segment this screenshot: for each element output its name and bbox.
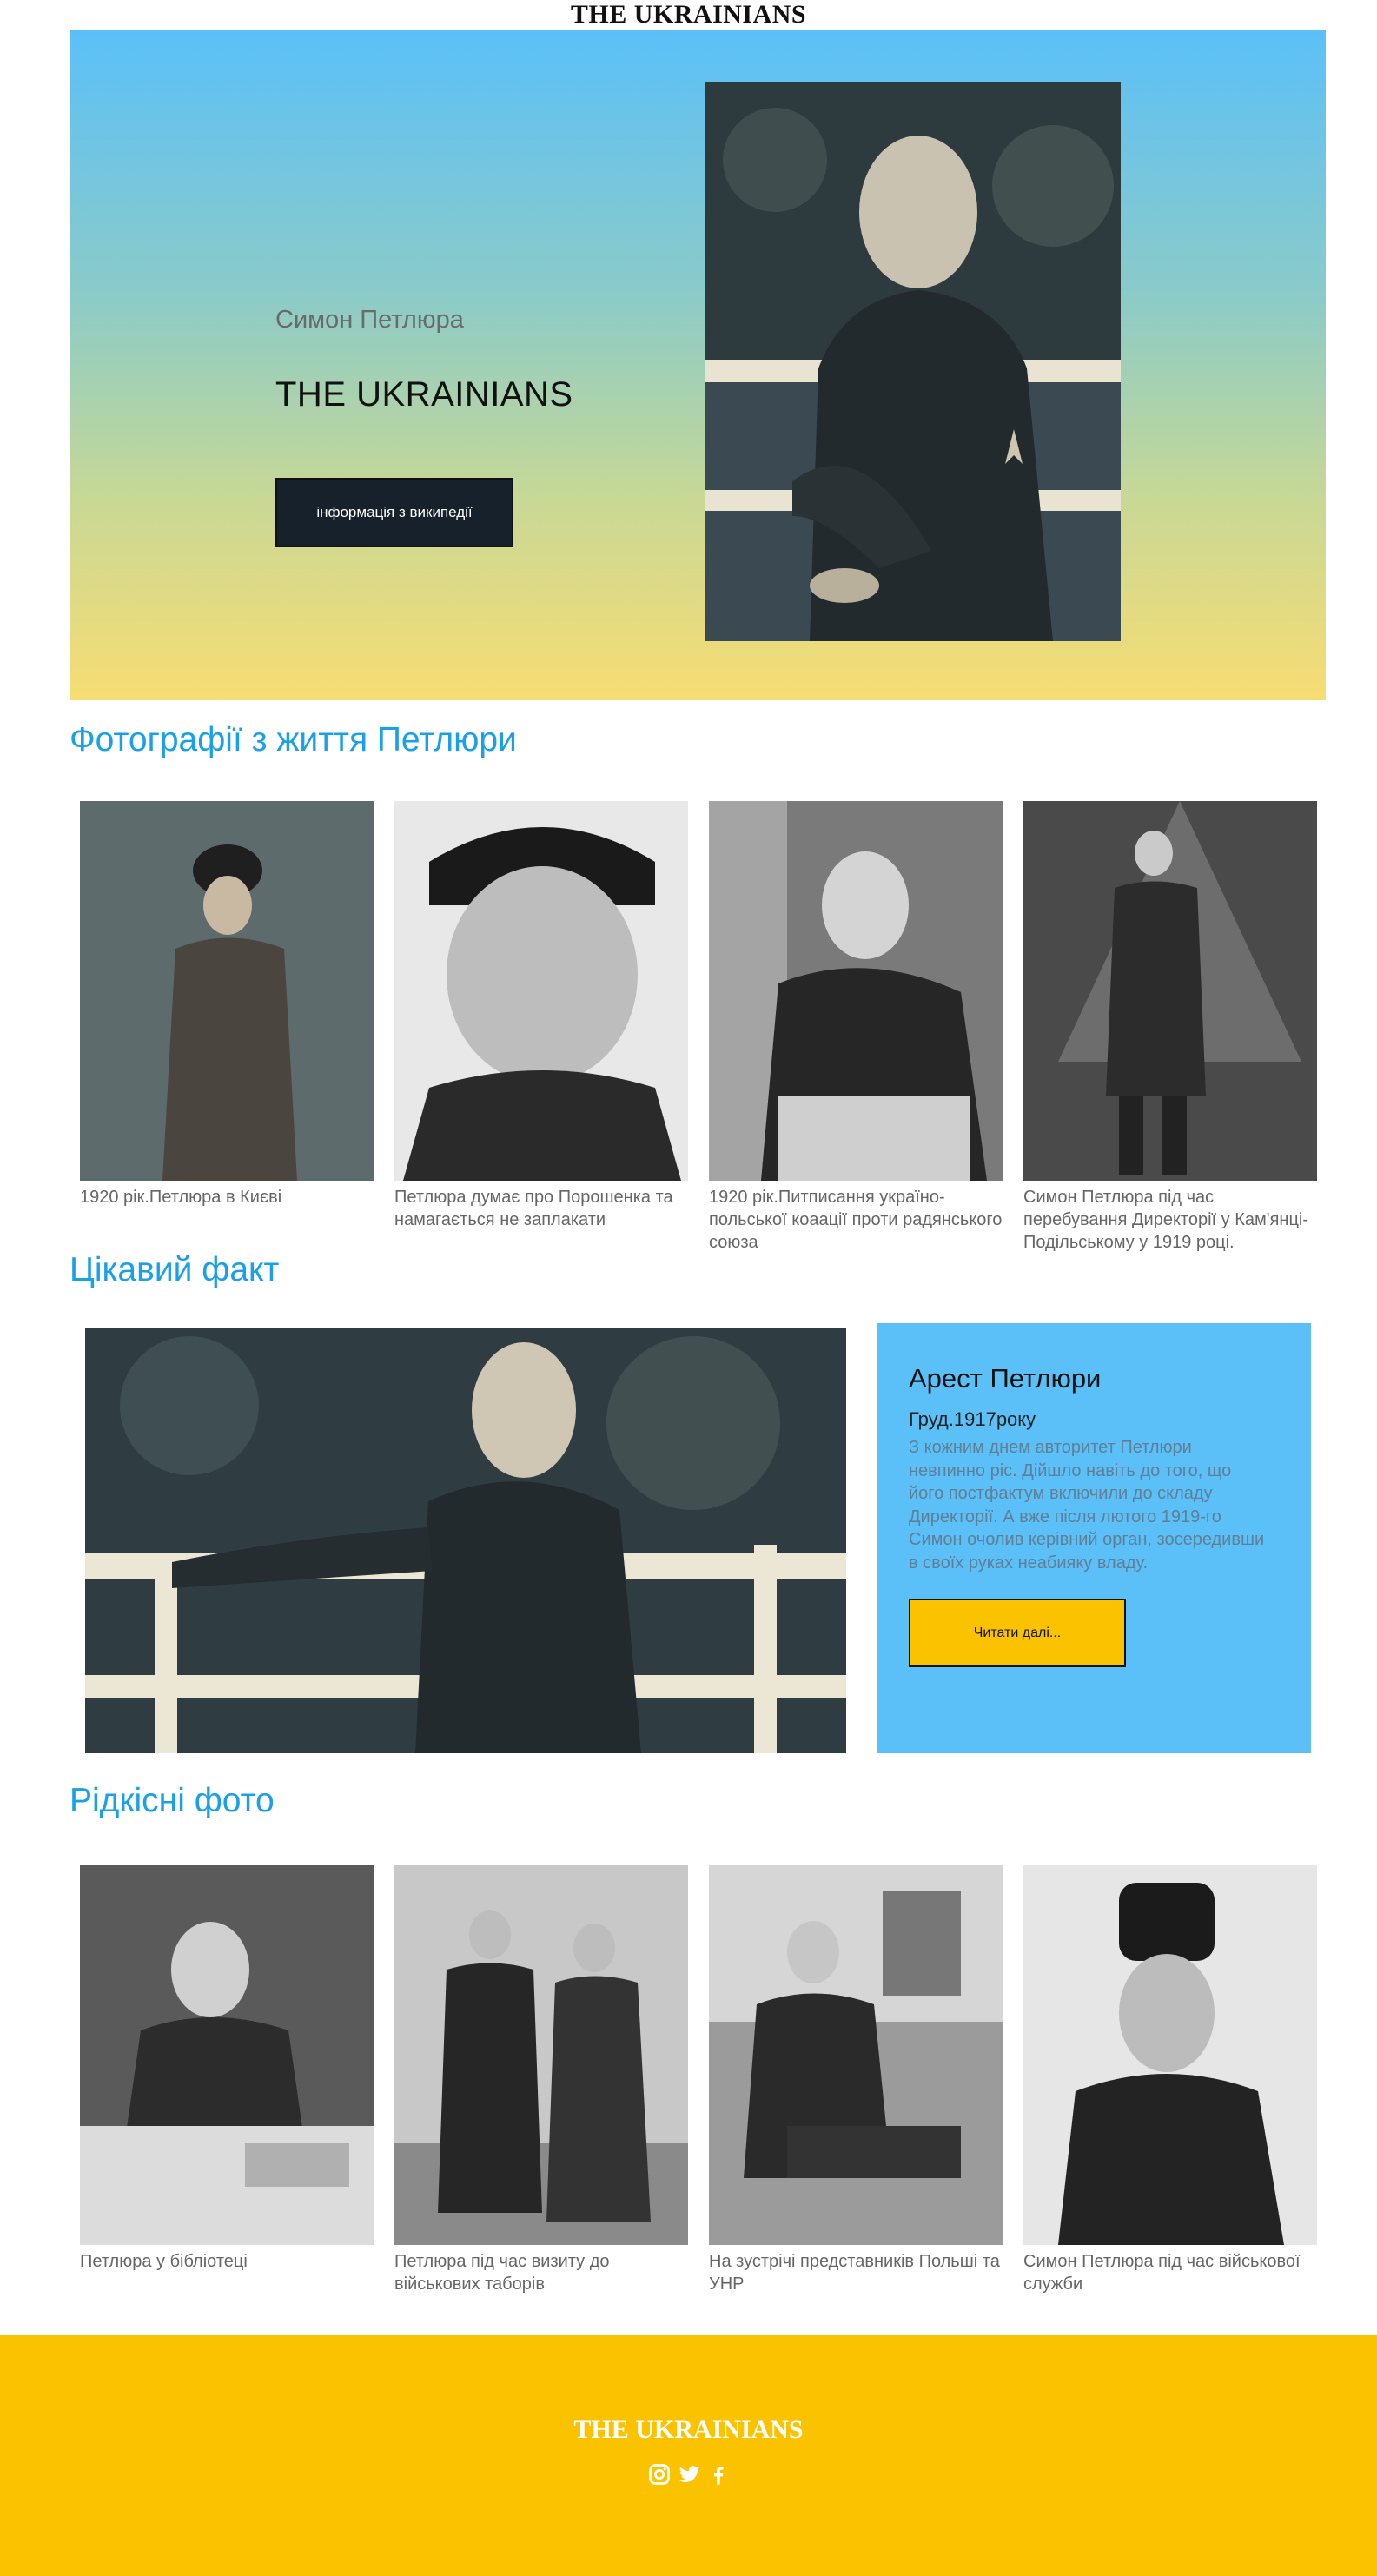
read-more-button[interactable]: Читати далі... (909, 1599, 1126, 1667)
section-title-life: Фотографії з життя Петлюри (70, 721, 517, 758)
gallery-card[interactable]: Петлюра у бібліотеці (80, 1865, 374, 2295)
gallery-caption: Симон Петлюра під час військової служби (1023, 2252, 1301, 2294)
hero-photo (705, 82, 1121, 641)
fact-section: Арест Петлюри Груд.1917року З кожним дне… (70, 1323, 1312, 1753)
social-links (0, 2462, 1377, 2487)
fact-date: Груд.1917року (909, 1408, 1036, 1430)
life-gallery: 1920 рік.Петлюра в Києві Петлюра думає п… (80, 801, 1377, 1254)
gallery-caption: Петлюра у бібліотеці (80, 2252, 248, 2271)
rare-gallery: Петлюра у бібліотеці Петлюра під час виз… (80, 1865, 1317, 2295)
gallery-photo (394, 801, 688, 1181)
gallery-photo (709, 801, 1003, 1181)
footer: THE UKRAINIANS (0, 2335, 1377, 2576)
gallery-card[interactable]: 1920 рік.Питписання україно-польської ко… (709, 801, 1003, 1254)
gallery-caption: Петлюра думає про Порошенка та намагаєть… (394, 1188, 673, 1229)
gallery-card[interactable]: Петлюра думає про Порошенка та намагаєть… (394, 801, 688, 1254)
hero-subtitle: Симон Петлюра (275, 306, 464, 334)
gallery-card[interactable]: Симон Петлюра під час перебування Директ… (1023, 801, 1317, 1254)
fact-text: З кожним днем авторитет Петлюри невпинно… (909, 1438, 1265, 1573)
gallery-photo (709, 1865, 1003, 2245)
gallery-card[interactable]: Петлюра під час визиту до військових таб… (394, 1865, 688, 2295)
footer-brand: THE UKRAINIANS (573, 2415, 804, 2444)
gallery-photo (1023, 801, 1317, 1181)
gallery-caption: Петлюра під час визиту до військових таб… (394, 2252, 610, 2294)
top-bar: THE UKRAINIANS (0, 0, 1377, 30)
hero-title: THE UKRAINIANS (275, 375, 573, 414)
fact-photo (85, 1328, 846, 1753)
section-title-fact: Цікавий факт (70, 1251, 280, 1288)
facebook-icon[interactable] (706, 2462, 731, 2487)
gallery-caption: На зустрічі представників Польші та УНР (709, 2252, 1000, 2294)
instagram-icon[interactable] (647, 2462, 672, 2487)
gallery-photo (80, 1865, 374, 2245)
gallery-card[interactable]: 1920 рік.Петлюра в Києві (80, 801, 374, 1254)
gallery-photo (1023, 1865, 1317, 2245)
gallery-photo (394, 1865, 688, 2245)
gallery-photo (80, 801, 374, 1181)
section-title-rare: Рідкісні фото (70, 1782, 275, 1819)
twitter-icon[interactable] (677, 2462, 701, 2487)
hero-banner: Симон Петлюра THE UKRAINIANS інформація … (70, 30, 1326, 700)
gallery-caption: 1920 рік.Питписання україно-польської ко… (709, 1188, 1003, 1252)
gallery-caption: Симон Петлюра під час перебування Директ… (1023, 1188, 1308, 1252)
gallery-card[interactable]: На зустрічі представників Польші та УНР (709, 1865, 1003, 2295)
site-brand[interactable]: THE UKRAINIANS (571, 0, 806, 29)
fact-heading: Арест Петлюри (909, 1363, 1102, 1394)
gallery-caption: 1920 рік.Петлюра в Києві (80, 1188, 282, 1207)
wikipedia-button[interactable]: інформація з википедії (275, 478, 513, 547)
gallery-card[interactable]: Симон Петлюра під час військової служби (1023, 1865, 1317, 2295)
fact-card: Арест Петлюри Груд.1917року З кожним дне… (877, 1323, 1311, 1753)
